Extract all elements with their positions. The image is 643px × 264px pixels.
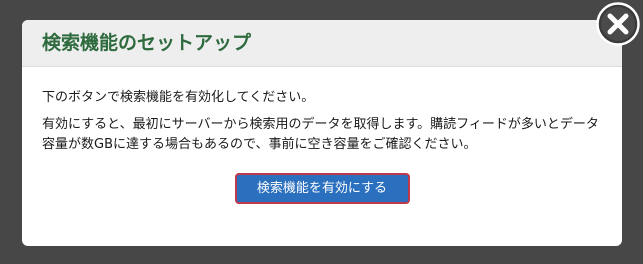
button-container: 検索機能を有効にする [42,173,602,204]
dialog-header: 検索機能のセットアップ [22,20,622,67]
instruction-text: 下のボタンで検索機能を有効化してください。 [42,90,315,105]
dialog-body: 下のボタンで検索機能を有効化してください。 有効にすると、最初にサーバーから検索… [22,67,622,204]
setup-dialog: 検索機能のセットアップ 下のボタンで検索機能を有効化してください。 有効にすると… [22,20,622,246]
close-button[interactable] [596,2,640,46]
enable-search-button[interactable]: 検索機能を有効にする [234,173,410,204]
close-icon [596,2,640,46]
dialog-title: 検索機能のセットアップ [42,32,252,54]
description-text: 有効にすると、最初にサーバーから検索用のデータを取得します。購読フィードが多いと… [42,117,599,152]
